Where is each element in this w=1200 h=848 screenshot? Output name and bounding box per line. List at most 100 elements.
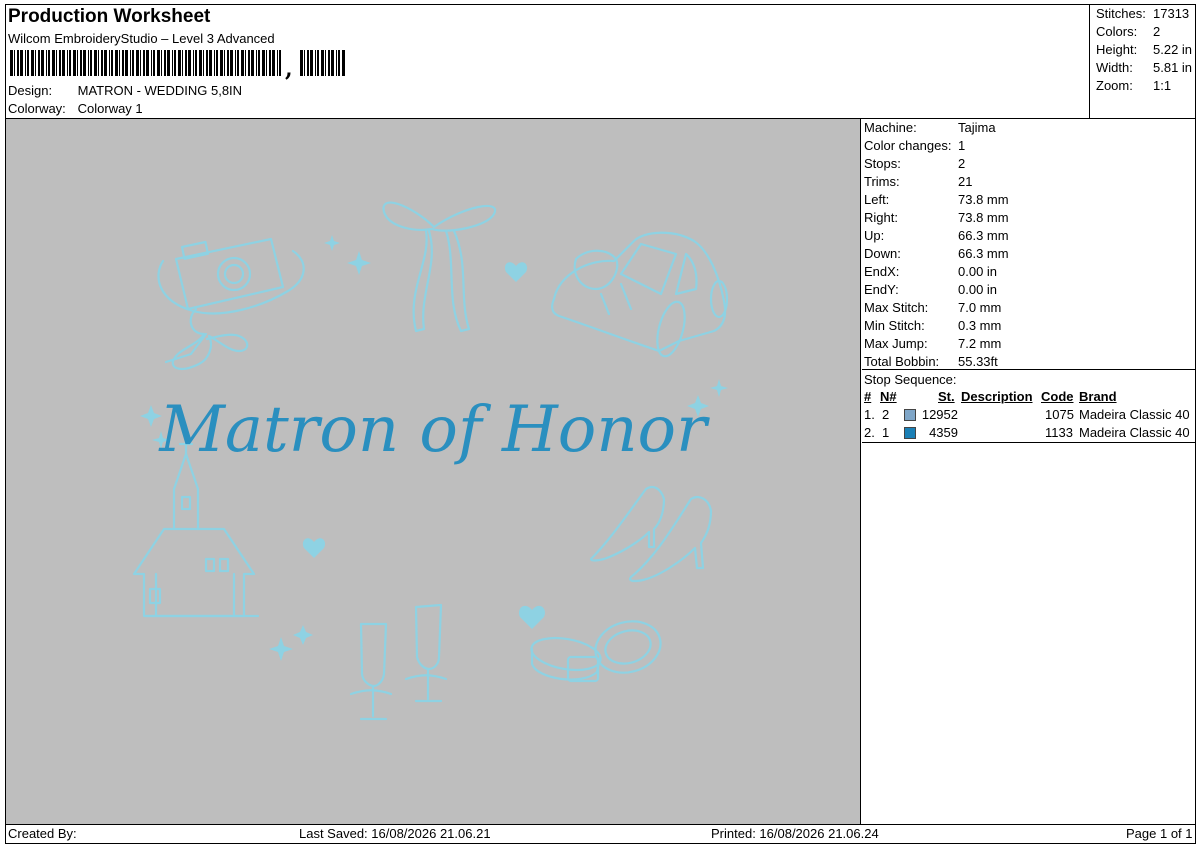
sparkle-icon [293,625,313,645]
sparkle-icon [710,379,728,397]
height-value: 5.22 in [1153,42,1193,57]
champagne-glasses-icon [349,603,448,721]
stitches-value: 17313 [1153,6,1190,21]
barcode: , [10,50,345,80]
row-needle: 2 [882,407,890,422]
stop-sequence-title: Stop Sequence: [864,372,957,387]
machine-info-label: Down: [864,246,901,261]
camera-icon [157,237,305,371]
embroidery-design: Matron of Honor [132,201,729,721]
machine-info-row: EndY: 0.00 in [864,282,997,297]
design-text: Matron of Honor [158,393,710,467]
wedding-rings-icon [530,620,662,683]
info-panel: Machine: Tajima Color changes: 1 Stops: 2 Trim… [862,119,1196,824]
machine-info-value: 7.0 mm [958,300,1002,315]
row-stitches: 4359 [929,425,958,440]
heart-icon [302,538,326,558]
machine-info-label: Stops: [864,156,901,171]
machine-info-value: Tajima [958,120,996,135]
row-brand: Madeira Classic 40 [1079,425,1190,440]
machine-info-row: Trims: 21 [864,174,972,189]
machine-info-value: 7.2 mm [958,336,1002,351]
stop-sequence-header: # N# St. Description Code Brand [864,389,1194,406]
machine-info-value: 55.33ft [958,354,998,369]
design-preview: Matron of Honor [6,119,861,824]
machine-info-value: 66.3 mm [958,228,1009,243]
printed-date: Printed: 16/08/2026 21.06.24 [711,826,879,841]
machine-info-row: Left: 73.8 mm [864,192,1009,207]
machine-info-row: Min Stitch: 0.3 mm [864,318,1001,333]
created-by: Created By: [8,826,77,841]
svg-text:,: , [285,56,293,80]
machine-info-label: Trims: [864,174,900,189]
sparkle-icon [269,637,293,661]
colorway-label: Colorway: [8,101,66,116]
wedding-car-icon [551,231,729,358]
row-brand: Madeira Classic 40 [1079,407,1190,422]
heart-icon [519,605,545,629]
machine-info-value: 1 [958,138,966,153]
width-label: Width: [1096,60,1133,75]
zoom-value: 1:1 [1153,78,1172,93]
bridal-shoes-icon [589,485,713,583]
design-row: Design: MATRON - WEDDING 5,8IN [8,83,242,98]
footer-divider [5,824,1196,825]
colors-value: 2 [1153,24,1161,39]
page-number: Page 1 of 1 [1126,826,1193,841]
stats-box: Stitches: 17313 Colors: 2 Height: 5.22 in W… [1089,4,1196,118]
machine-info-value: 73.8 mm [958,192,1009,207]
last-saved: Last Saved: 16/08/2026 21.06.21 [299,826,491,841]
machine-info-label: EndY: [864,282,899,297]
machine-info-value: 0.3 mm [958,318,1002,333]
zoom-row: Zoom: 1:1 [1096,78,1171,93]
software-subtitle: Wilcom EmbroideryStudio – Level 3 Advanc… [8,31,275,46]
machine-info-value: 0.00 in [958,264,998,279]
machine-info-row: Down: 66.3 mm [864,246,1009,261]
machine-info-label: Max Jump: [864,336,928,351]
heart-icon [504,262,528,282]
machine-info-label: Up: [864,228,885,243]
machine-info-value: 21 [958,174,973,189]
stop-sequence-row: 2. 1 4359 1133 Madeira Classic 40 [864,425,1194,442]
col-needle: N# [880,389,897,404]
colors-row: Colors: 2 [1096,24,1160,39]
page-title: Production Worksheet [8,6,211,27]
machine-info-label: EndX: [864,264,900,279]
machine-info-row: EndX: 0.00 in [864,264,997,279]
machine-info-value: 66.3 mm [958,246,1009,261]
row-num: 2. [864,425,875,440]
col-num: # [864,389,872,404]
sparkle-icon [324,235,340,251]
row-code: 1075 [1045,407,1074,422]
col-brand: Brand [1079,389,1117,404]
machine-info-label: Machine: [864,120,917,135]
color-swatch [904,427,916,439]
machine-info-label: Max Stitch: [864,300,929,315]
row-stitches: 12952 [921,407,958,422]
machine-info-row: Machine: Tajima [864,120,996,135]
height-label: Height: [1096,42,1138,57]
colorway-value: Colorway 1 [77,101,143,116]
machine-info-value: 2 [958,156,966,171]
machine-info-value: 73.8 mm [958,210,1009,225]
sparkle-icon [347,251,371,275]
colorway-row: Colorway: Colorway 1 [8,101,143,116]
height-row: Height: 5.22 in [1096,42,1192,57]
row-code: 1133 [1045,425,1073,440]
machine-info-row: Up: 66.3 mm [864,228,1009,243]
stitches-label: Stitches: [1096,6,1146,21]
width-row: Width: 5.81 in [1096,60,1192,75]
col-code: Code [1041,389,1074,404]
machine-info-label: Right: [864,210,898,225]
machine-info-row: Max Jump: 7.2 mm [864,336,1001,351]
panel-divider [862,369,1196,370]
design-label: Design: [8,83,53,98]
table-divider [862,442,1196,443]
machine-info-value: 0.00 in [958,282,998,297]
row-needle: 1 [882,425,890,440]
col-description: Description [961,389,1033,404]
width-value: 5.81 in [1153,60,1193,75]
ribbon-bow-icon [382,201,497,333]
design-value: MATRON - WEDDING 5,8IN [77,83,243,98]
row-num: 1. [864,407,875,422]
